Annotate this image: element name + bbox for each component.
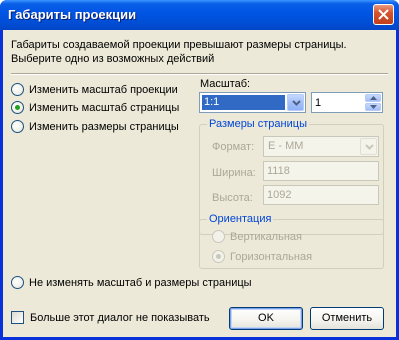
scale-factor-value: 1 bbox=[315, 97, 322, 109]
radio-button[interactable] bbox=[11, 83, 24, 96]
dialog-body: Габариты создаваемой проекции превышают … bbox=[3, 30, 396, 337]
scale-label: Масштаб: bbox=[200, 78, 251, 90]
radio-change-page-size[interactable]: Изменить размеры страницы bbox=[11, 120, 179, 133]
format-value: E - MM bbox=[268, 140, 304, 152]
description-line-1: Габариты создаваемой проекции превышают … bbox=[11, 39, 347, 51]
dialog-window: Габариты проекции Габариты создаваемой п… bbox=[0, 0, 399, 340]
radio-label: Изменить масштаб проекции bbox=[29, 83, 178, 96]
chevron-down-icon bbox=[292, 100, 301, 106]
radio-label: Вертикальная bbox=[230, 230, 302, 243]
title-bar[interactable]: Габариты проекции bbox=[0, 0, 399, 30]
close-button[interactable] bbox=[373, 4, 394, 25]
radio-button-selected[interactable] bbox=[212, 250, 225, 263]
page-size-group-title: Размеры страницы bbox=[207, 118, 309, 130]
spin-down-button[interactable] bbox=[365, 103, 381, 111]
cancel-button[interactable]: Отменить bbox=[310, 307, 384, 330]
dialog-title: Габариты проекции bbox=[8, 7, 137, 22]
checkbox-label: Больше этот диалог не показывать bbox=[30, 311, 210, 324]
description-line-2: Выберите одно из возможных действий bbox=[11, 53, 215, 65]
format-combo[interactable]: E - MM bbox=[263, 136, 379, 157]
radio-button[interactable] bbox=[11, 120, 24, 133]
arrow-down-icon bbox=[370, 105, 377, 109]
dont-show-again-checkbox[interactable]: Больше этот диалог не показывать bbox=[11, 311, 210, 324]
separator bbox=[11, 73, 388, 75]
radio-button[interactable] bbox=[212, 230, 225, 243]
width-label: Ширина: bbox=[212, 167, 256, 179]
scale-ratio-combo[interactable]: 1:1 bbox=[199, 92, 306, 113]
radio-label: Не изменять масштаб и размеры страницы bbox=[29, 276, 252, 289]
format-label: Формат: bbox=[212, 141, 255, 153]
checkbox-box[interactable] bbox=[11, 311, 24, 324]
spin-up-button[interactable] bbox=[365, 94, 381, 102]
height-label: Высота: bbox=[212, 192, 253, 204]
close-icon bbox=[378, 9, 389, 20]
radio-keep-all[interactable]: Не изменять масштаб и размеры страницы bbox=[11, 276, 252, 289]
scale-factor-spinner[interactable]: 1 bbox=[311, 92, 383, 113]
description: Габариты создаваемой проекции превышают … bbox=[11, 38, 391, 66]
radio-button-selected[interactable] bbox=[11, 101, 24, 114]
radio-label: Изменить размеры страницы bbox=[29, 120, 179, 133]
ok-button[interactable]: OK bbox=[229, 307, 303, 330]
chevron-down-icon bbox=[365, 144, 374, 150]
radio-landscape[interactable]: Горизонтальная bbox=[212, 250, 312, 263]
radio-change-projection-scale[interactable]: Изменить масштаб проекции bbox=[11, 83, 178, 96]
radio-button[interactable] bbox=[11, 276, 24, 289]
scale-ratio-value: 1:1 bbox=[202, 95, 285, 110]
radio-label: Горизонтальная bbox=[230, 250, 313, 263]
radio-label: Изменить масштаб страницы bbox=[29, 101, 180, 114]
radio-change-page-scale[interactable]: Изменить масштаб страницы bbox=[11, 101, 179, 114]
format-dropdown-button[interactable] bbox=[360, 138, 377, 155]
width-input[interactable]: 1118 bbox=[263, 161, 379, 181]
radio-portrait[interactable]: Вертикальная bbox=[212, 230, 302, 243]
orientation-group-title: Ориентация bbox=[207, 213, 274, 225]
scale-ratio-dropdown-button[interactable] bbox=[287, 94, 304, 111]
height-input[interactable]: 1092 bbox=[263, 185, 379, 205]
spinner-buttons bbox=[365, 94, 381, 111]
arrow-up-icon bbox=[370, 96, 377, 100]
